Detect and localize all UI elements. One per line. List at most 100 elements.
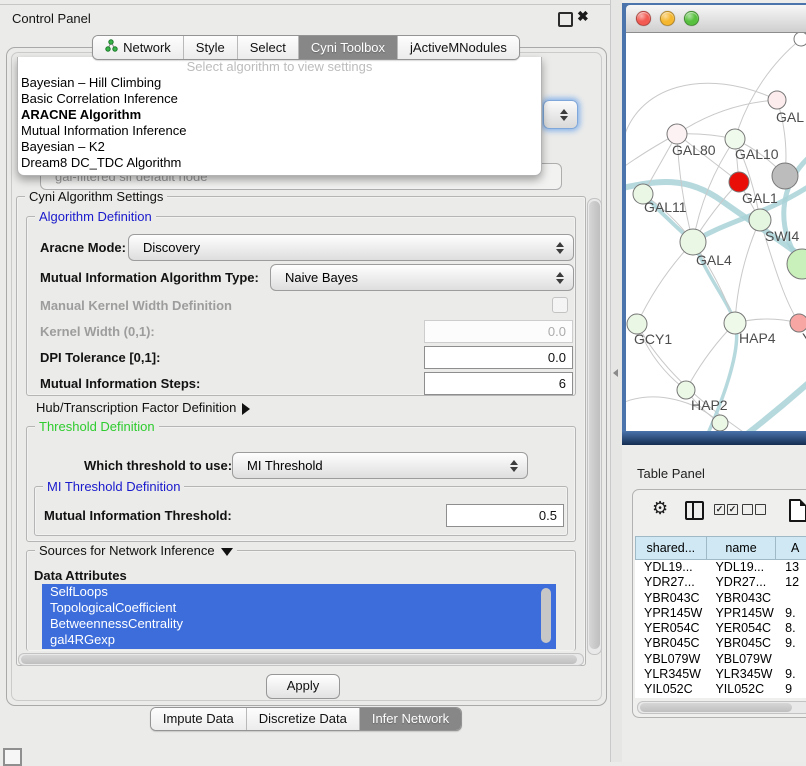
algorithm-option-mutual-information-inference[interactable]: Mutual Information Inference [18,123,541,139]
table-row[interactable]: YBR045CYBR045C9. [635,636,806,651]
mi-type-label: Mutual Information Algorithm Type: [40,270,259,285]
mi-steps-field[interactable]: 6 [424,372,573,395]
mi-steps-label: Mutual Information Steps: [40,376,200,391]
table-cell: YBR043C [706,591,776,606]
table-cell [776,652,806,667]
checked-checkbox-icon[interactable]: ✓ [714,504,725,515]
unchecked-checkbox-icon[interactable] [755,504,766,515]
table-row[interactable]: YDR27...YDR27...12 [635,575,806,590]
network-node-swi4[interactable] [787,249,806,279]
table-cell: YDL19... [635,560,706,575]
table-cell: YDR27... [635,575,706,590]
algorithm-option-bayesian-k2[interactable]: Bayesian – K2 [18,139,541,155]
table-horizontal-scrollbar[interactable] [637,701,806,714]
tab-label: Network [123,40,171,55]
settings-horizontal-scrollbar[interactable] [18,653,584,666]
tab-infer-network[interactable]: Infer Network [359,708,461,730]
network-window-titlebar[interactable] [626,5,806,33]
attribute-list-scrollbar[interactable] [541,588,551,643]
network-edge [735,220,760,323]
gear-icon[interactable]: ⚙ [652,498,668,519]
control-panel-tabbar: Network Style Select Cyni ToolboxjActiveMNo… [0,35,612,60]
column-header-name[interactable]: name [707,536,777,560]
settings-vertical-scrollbar[interactable] [587,198,602,655]
mi-type-combo[interactable]: Naive Bayes [270,264,574,291]
table-row[interactable]: YBL079WYBL079W [635,652,806,667]
tab-impute-data[interactable]: Impute Data [151,708,246,730]
apply-button[interactable]: Apply [266,674,340,699]
unchecked-checkbox-icon[interactable] [742,504,753,515]
table-cell: YIL052C [635,682,706,697]
table-row[interactable]: YPR145WYPR145W9. [635,606,806,621]
mi-threshold-field[interactable]: 0.5 [446,504,564,527]
table-cell: 8. [776,621,806,636]
algorithm-option-bayesian-hill-climbing[interactable]: Bayesian – Hill Climbing [18,75,541,91]
network-edge [626,83,777,145]
collapse-down-icon [221,548,233,556]
node-label-gal10: GAL10 [735,146,779,162]
inference-algorithm-combo-stepper[interactable] [543,100,578,129]
table-hscroll-thumb[interactable] [640,703,792,712]
tab-network[interactable]: Network [93,36,183,59]
divider-collapse-handle[interactable] [613,369,618,377]
attribute-item-gal4rgexp[interactable]: gal4RGexp [42,632,556,648]
table-cell: YDR27... [706,575,776,590]
algorithm-popup-list: Bayesian – Hill ClimbingBasic Correlatio… [18,75,541,171]
sources-title-text: Sources for Network Inference [39,543,215,558]
vertical-scrollbar-thumb[interactable] [589,201,600,649]
tab-label: Impute Data [163,711,234,726]
document-icon[interactable] [789,499,806,522]
float-window-icon[interactable] [558,12,573,27]
table-row[interactable]: YLR345WYLR345W9. [635,667,806,682]
tab-jactivemnodules[interactable]: jActiveMNodules [397,36,519,59]
network-node-botc[interactable] [712,415,728,431]
algorithm-option-dream8-dc-tdc-algorithm[interactable]: Dream8 DC_TDC Algorithm [18,155,541,171]
network-node-gal[interactable] [768,91,786,109]
close-icon[interactable]: ✖ [577,8,589,25]
horizontal-scrollbar-thumb[interactable] [21,655,577,664]
columns-icon[interactable] [685,501,704,520]
corner-widget[interactable] [3,748,22,766]
tab-label: Discretize Data [259,711,347,726]
table-row[interactable]: YDL19...YDL19...13 [635,560,806,575]
table-row[interactable]: YBR043CYBR043C [635,591,806,606]
which-threshold-combo[interactable]: MI Threshold [232,452,528,479]
tab-discretize-data[interactable]: Discretize Data [246,708,359,730]
column-header-a[interactable]: A [776,536,806,560]
table-cell: YBL079W [635,652,706,667]
table-row[interactable]: YER054CYER054C8. [635,621,806,636]
tab-label: Select [250,40,286,55]
zoom-light[interactable] [684,11,699,26]
kernel-width-field[interactable]: 0.0 [424,320,573,343]
table-cell: 9. [776,606,806,621]
tab-select[interactable]: Select [237,36,298,59]
network-canvas[interactable]: GALGAL80GAL10GAL1GAL11SWI4GAL4GCY1HAP4YH… [626,33,806,432]
column-header-shared[interactable]: shared... [635,536,707,560]
table-panel-title: Table Panel [637,466,705,481]
tab-style[interactable]: Style [183,36,237,59]
attribute-item-topologicalcoefficient[interactable]: TopologicalCoefficient [42,600,556,616]
aracne-mode-combo[interactable]: Discovery [128,234,574,261]
close-light[interactable] [636,11,651,26]
table-cell: YBR045C [635,636,706,651]
network-node-gal80[interactable] [667,124,687,144]
checked-checkbox-icon[interactable]: ✓ [727,504,738,515]
node-label-gal4: GAL4 [696,252,732,268]
network-node-gray[interactable] [772,163,798,189]
minimize-light[interactable] [660,11,675,26]
network-node-topc[interactable] [794,33,806,46]
node-attribute-table: shared...nameA YDL19...YDL19...13YDR27..… [635,536,806,698]
algorithm-option-basic-correlation-inference[interactable]: Basic Correlation Inference [18,91,541,107]
dpi-tolerance-field[interactable]: 0.0 [424,346,573,369]
table-row[interactable]: YIL052CYIL052C9 [635,682,806,697]
attribute-item-betweennesscentrality[interactable]: BetweennessCentrality [42,616,556,632]
table-cell: YER054C [635,621,706,636]
table-cell: YLR345W [706,667,776,682]
tab-cyni-toolbox[interactable]: Cyni Toolbox [298,36,397,59]
algorithm-option-aracne-algorithm[interactable]: ARACNE Algorithm [18,107,541,123]
manual-kernel-checkbox[interactable] [552,297,568,313]
hub-definition-toggle[interactable]: Hub/Transcription Factor Definition [36,400,250,415]
network-node-red[interactable] [729,172,749,192]
attribute-item-selfloops[interactable]: SelfLoops [42,584,556,600]
table-cell: 9. [776,667,806,682]
